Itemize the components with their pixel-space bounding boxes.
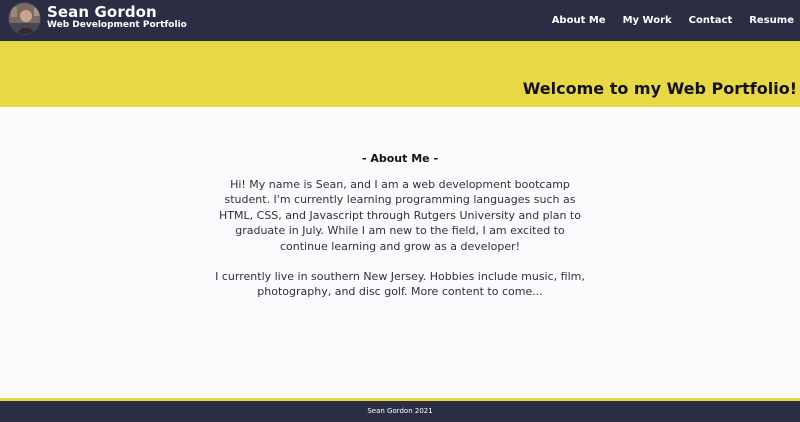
- about-paragraph-intro: Hi! My name is Sean, and I am a web deve…: [219, 178, 581, 253]
- site-subtitle: Web Development Portfolio: [47, 20, 187, 30]
- site-header: Sean Gordon Web Development Portfolio Ab…: [0, 0, 800, 41]
- about-heading: - About Me -: [361, 152, 439, 165]
- about-section: - About Me - Hi! My name is Sean, and I …: [200, 152, 600, 300]
- page: Sean Gordon Web Development Portfolio Ab…: [0, 0, 800, 422]
- site-footer: Sean Gordon 2021: [0, 398, 800, 422]
- profile-photo-icon: [9, 3, 40, 34]
- footer-copyright: Sean Gordon 2021: [367, 407, 433, 415]
- nav-link-about-me[interactable]: About Me: [552, 15, 606, 26]
- banner-title: Welcome to my Web Portfolio!: [522, 79, 797, 98]
- avatar: [8, 2, 41, 35]
- nav-link-contact[interactable]: Contact: [689, 15, 733, 26]
- about-paragraph-hobbies: I currently live in southern New Jersey.…: [215, 270, 585, 299]
- hero-banner: Welcome to my Web Portfolio!: [0, 41, 800, 107]
- nav-link-my-work[interactable]: My Work: [623, 15, 672, 26]
- nav-link-resume[interactable]: Resume: [749, 15, 794, 26]
- site-name: Sean Gordon: [47, 3, 157, 21]
- main-nav: About Me My Work Contact Resume: [535, 15, 794, 26]
